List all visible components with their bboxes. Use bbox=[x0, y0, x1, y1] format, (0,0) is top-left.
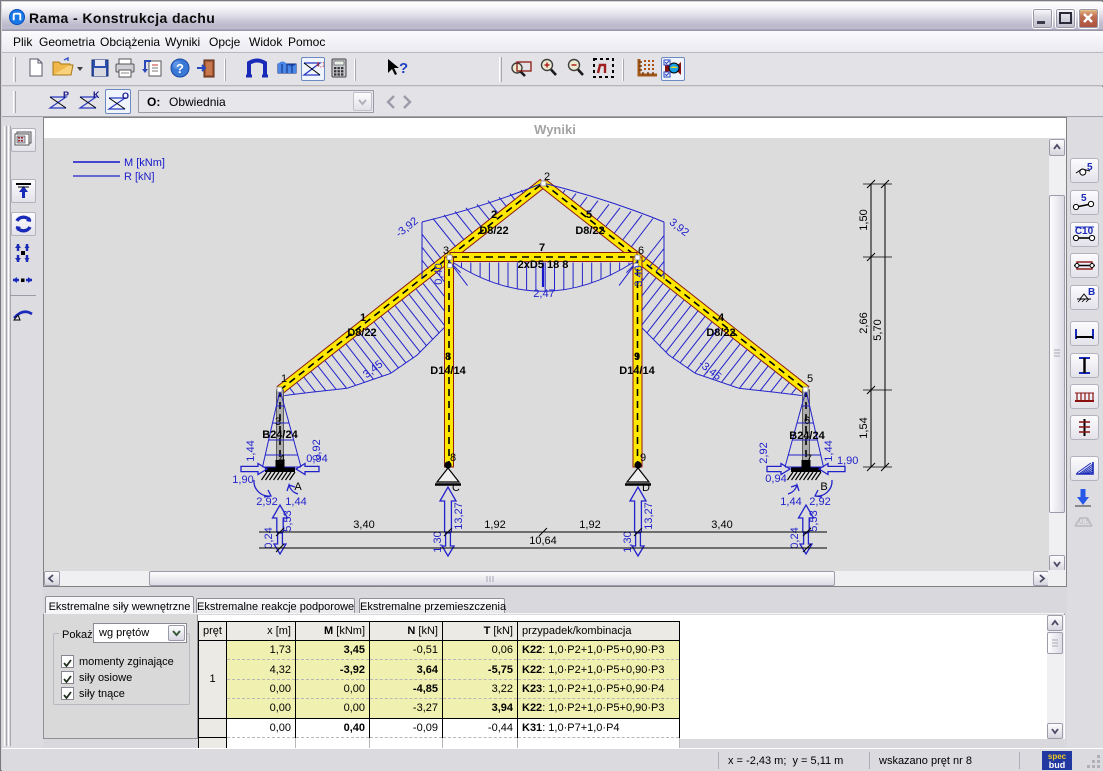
svg-text:bud: bud bbox=[1049, 760, 1066, 770]
svg-text:2,92: 2,92 bbox=[809, 496, 830, 508]
svg-text:3: 3 bbox=[275, 416, 281, 428]
svg-text:1: 1 bbox=[281, 373, 287, 385]
svg-text:2,47: 2,47 bbox=[533, 288, 554, 300]
svg-text:4,1: 4,1 bbox=[316, 62, 324, 69]
svg-text:B24/24: B24/24 bbox=[789, 430, 825, 442]
svg-text:B: B bbox=[820, 481, 827, 493]
svg-text:3,40: 3,40 bbox=[353, 519, 374, 531]
svg-text:5: 5 bbox=[807, 373, 813, 385]
svg-text:1,90: 1,90 bbox=[232, 474, 253, 486]
svg-text:3,40: 3,40 bbox=[711, 519, 732, 531]
svg-text:4: 4 bbox=[718, 312, 725, 324]
svg-text:1,44: 1,44 bbox=[285, 496, 306, 508]
svg-text:3,92: 3,92 bbox=[667, 216, 691, 239]
svg-text:4: 4 bbox=[279, 453, 285, 465]
svg-text:D8/22: D8/22 bbox=[347, 327, 376, 339]
svg-text:C: C bbox=[452, 482, 460, 494]
svg-text:-3,45: -3,45 bbox=[696, 358, 723, 383]
svg-text:7: 7 bbox=[539, 242, 545, 254]
svg-text:?: ? bbox=[399, 60, 408, 77]
svg-text:7: 7 bbox=[806, 453, 812, 465]
svg-text:1,44: 1,44 bbox=[245, 440, 257, 461]
svg-text:5: 5 bbox=[1081, 193, 1087, 204]
svg-text:-3,92: -3,92 bbox=[394, 215, 421, 240]
svg-text:M [kNm]: M [kNm] bbox=[124, 157, 165, 169]
svg-text:1,92: 1,92 bbox=[484, 519, 505, 531]
svg-text:3,40: 3,40 bbox=[633, 265, 645, 286]
svg-text:P: P bbox=[63, 90, 69, 100]
svg-text:1: 1 bbox=[360, 312, 366, 324]
svg-text:6: 6 bbox=[638, 245, 644, 257]
svg-text:5,70: 5,70 bbox=[872, 319, 884, 340]
svg-text:2xD5 18 8: 2xD5 18 8 bbox=[518, 259, 569, 271]
svg-text:10,64: 10,64 bbox=[529, 535, 557, 547]
svg-text:0,94: 0,94 bbox=[765, 473, 786, 485]
svg-text:D: D bbox=[642, 482, 650, 494]
svg-text:1,44: 1,44 bbox=[823, 440, 835, 461]
svg-text:0,5: 0,5 bbox=[1079, 517, 1091, 526]
svg-text:5: 5 bbox=[586, 209, 592, 221]
svg-text:K: K bbox=[93, 90, 100, 100]
svg-text:2,92: 2,92 bbox=[758, 442, 770, 463]
svg-text:8: 8 bbox=[450, 452, 456, 464]
svg-text:13,27: 13,27 bbox=[643, 502, 655, 530]
svg-text:1,30: 1,30 bbox=[432, 531, 444, 552]
svg-text:C10: C10 bbox=[1075, 226, 1094, 237]
svg-text:8: 8 bbox=[445, 351, 451, 363]
svg-text:2,66: 2,66 bbox=[858, 312, 870, 333]
svg-text:O: O bbox=[122, 91, 129, 101]
svg-text:9: 9 bbox=[640, 452, 646, 464]
svg-text:D8/22: D8/22 bbox=[706, 327, 735, 339]
svg-text:1,30: 1,30 bbox=[622, 531, 634, 552]
svg-text:1,54: 1,54 bbox=[858, 417, 870, 438]
svg-text:D14/14: D14/14 bbox=[619, 365, 655, 377]
svg-text:D8/22: D8/22 bbox=[479, 225, 508, 237]
svg-text:1,92: 1,92 bbox=[579, 519, 600, 531]
svg-text:3,45: 3,45 bbox=[361, 358, 385, 381]
svg-text:0,24: 0,24 bbox=[263, 527, 275, 548]
svg-text:1,44: 1,44 bbox=[780, 496, 801, 508]
svg-text:0,94: 0,94 bbox=[306, 453, 327, 465]
svg-text:1,90: 1,90 bbox=[837, 455, 858, 467]
svg-text:B24/24: B24/24 bbox=[262, 429, 298, 441]
svg-text:6: 6 bbox=[804, 415, 810, 427]
svg-text:0,24: 0,24 bbox=[789, 527, 801, 548]
svg-text:D14/14: D14/14 bbox=[430, 365, 466, 377]
svg-text:R [kN]: R [kN] bbox=[124, 171, 155, 183]
svg-text:2: 2 bbox=[491, 209, 497, 221]
svg-text:B: B bbox=[1088, 287, 1095, 298]
svg-text:5: 5 bbox=[1087, 162, 1093, 173]
svg-text:1,50: 1,50 bbox=[858, 209, 870, 230]
svg-text:0,40: 0,40 bbox=[433, 263, 445, 284]
svg-text:13,27: 13,27 bbox=[453, 502, 465, 530]
svg-text:2: 2 bbox=[544, 171, 550, 183]
svg-text:2,92: 2,92 bbox=[256, 496, 277, 508]
svg-text:D8/22: D8/22 bbox=[575, 225, 604, 237]
svg-text:3: 3 bbox=[443, 245, 449, 257]
svg-text:9: 9 bbox=[634, 351, 640, 363]
svg-text:?: ? bbox=[176, 61, 184, 76]
svg-text:A: A bbox=[294, 481, 302, 493]
